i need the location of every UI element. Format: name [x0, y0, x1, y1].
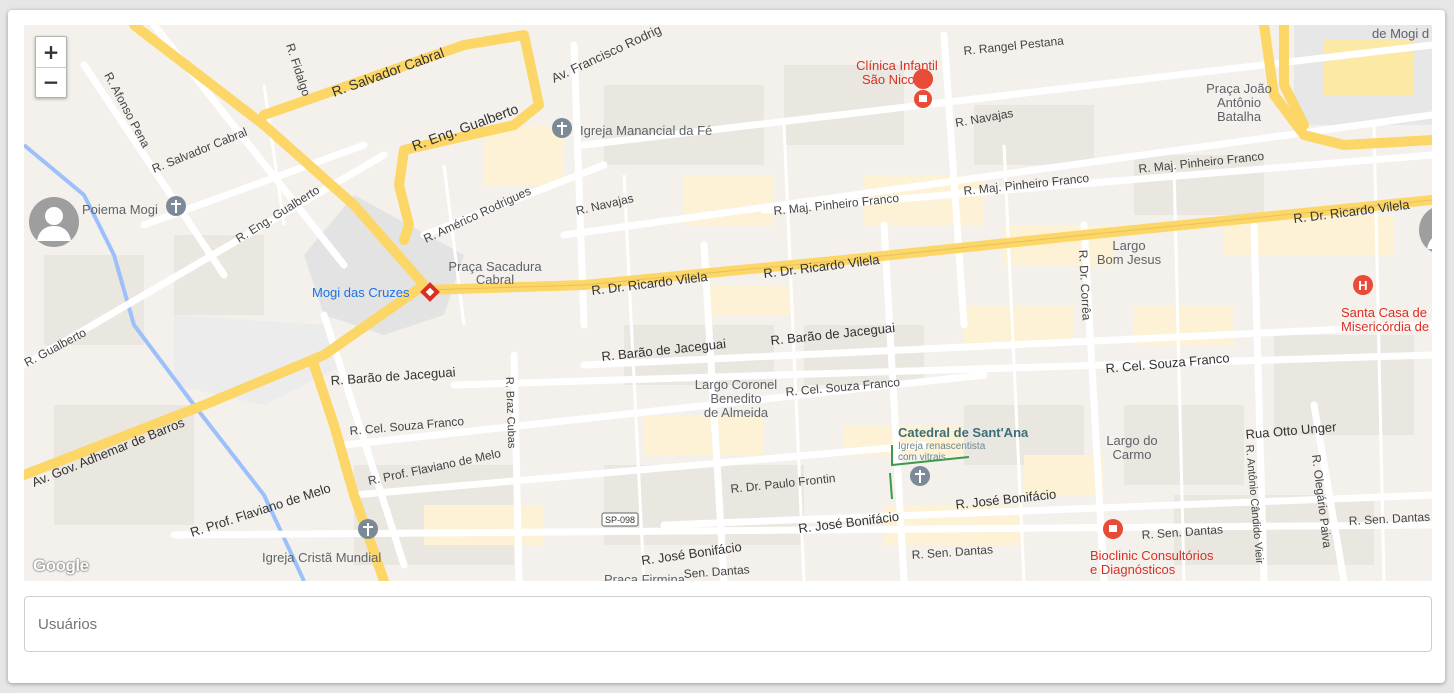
zoom-in-button[interactable]: + [36, 37, 66, 67]
zoom-control: + − [35, 36, 67, 98]
place-label: Catedral de Sant'Ana [898, 425, 1029, 440]
place-label: Igreja Cristã Mundial [262, 550, 381, 565]
place-label: Praça Firmina [604, 572, 686, 581]
place-label: Batalha [1217, 109, 1262, 124]
place-label: Mogi das Cruzes [312, 285, 410, 300]
map-canvas[interactable]: R. Salvador Cabral R. Salvador Cabral R.… [24, 25, 1432, 581]
highway-shield-label: SP-098 [605, 515, 635, 525]
place-label: Bioclinic Consultórios [1090, 548, 1214, 563]
place-label: Praça João [1206, 81, 1272, 96]
users-field-label: Usuários [38, 616, 98, 633]
clinic-pin-icon[interactable] [1103, 519, 1123, 539]
place-label: de Almeida [704, 405, 769, 420]
place-label: Carmo [1112, 447, 1151, 462]
users-field[interactable]: Usuários [24, 596, 1432, 652]
place-label: Cabral [476, 272, 514, 287]
place-label: Igreja renascentista [898, 441, 986, 452]
person-icon [37, 207, 71, 241]
place-label: Poiema Mogi [82, 202, 158, 217]
map[interactable]: R. Salvador Cabral R. Salvador Cabral R.… [24, 25, 1432, 581]
place-label: com vitrais [898, 452, 946, 463]
church-pin-icon[interactable] [910, 466, 930, 486]
church-pin-icon[interactable] [552, 118, 572, 138]
place-label: Misericórdia de [1341, 319, 1429, 334]
place-label: Santa Casa de [1341, 305, 1427, 320]
street-label: R. Braz Cubas [503, 377, 518, 449]
map-card: R. Salvador Cabral R. Salvador Cabral R.… [8, 10, 1445, 683]
zoom-out-button[interactable]: − [36, 67, 66, 97]
church-pin-icon[interactable] [166, 196, 186, 216]
user-avatar-marker[interactable] [1419, 205, 1432, 255]
user-avatar-marker[interactable] [29, 197, 79, 247]
google-logo[interactable]: Google [33, 556, 89, 576]
place-label: Antônio [1217, 95, 1261, 110]
place-label: e Diagnósticos [1090, 562, 1176, 577]
place-label: de Mogi d [1372, 26, 1429, 41]
place-label: Largo Coronel [695, 377, 777, 392]
church-pin-icon[interactable] [358, 519, 378, 539]
place-label: Bom Jesus [1097, 252, 1162, 267]
person-icon [1427, 238, 1432, 249]
place-label: Igreja Manancial da Fé [580, 123, 712, 138]
place-label: Largo do [1106, 433, 1157, 448]
place-label: Largo [1112, 238, 1145, 253]
place-label: Benedito [710, 391, 761, 406]
hospital-pin-icon[interactable]: H [1353, 275, 1373, 295]
svg-text:H: H [1358, 278, 1367, 293]
